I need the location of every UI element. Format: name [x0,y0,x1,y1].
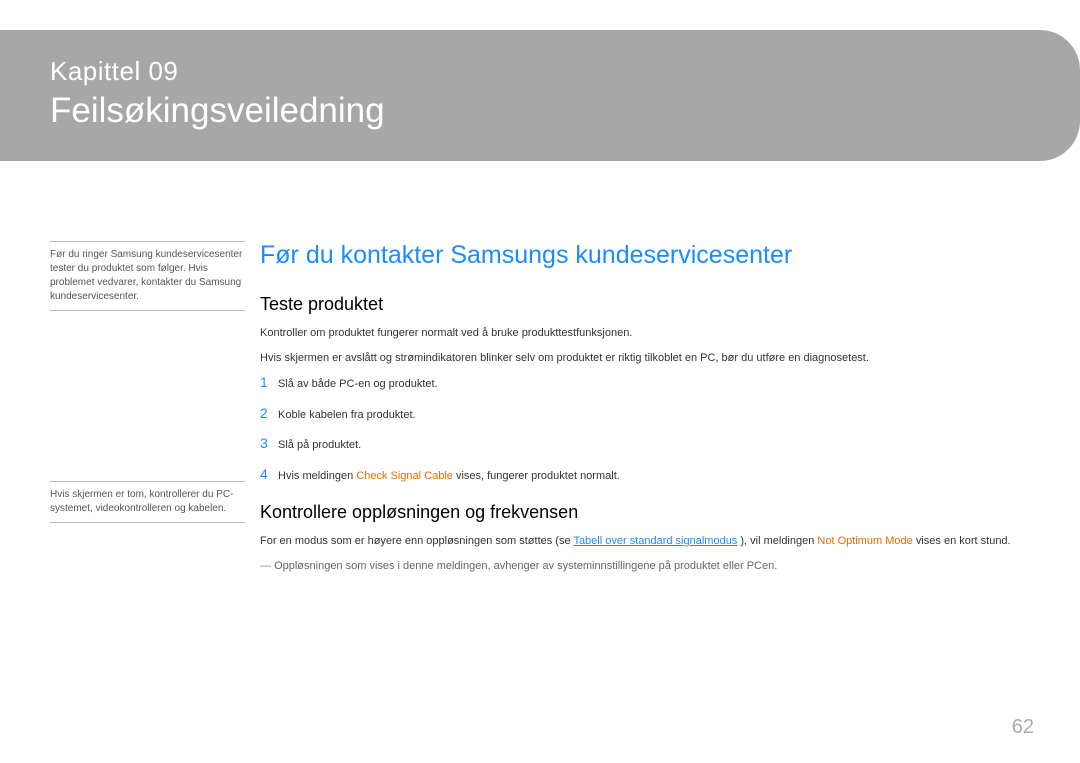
sidebar-note-2: Hvis skjermen er tom, kontrollerer du PC… [50,481,245,523]
content-area: Før du ringer Samsung kundeservicesenter… [50,241,1040,574]
signal-mode-table-link[interactable]: Tabell over standard signalmodus [573,535,737,547]
numbered-steps: 1 Slå av både PC-en og produktet. 2 Kobl… [260,374,1040,484]
step4-prefix: Hvis meldingen [278,470,356,482]
body-text: Kontroller om produktet fungerer normalt… [260,325,1040,342]
step-text: Hvis meldingen Check Signal Cable vises,… [278,468,620,485]
main-content: Før du kontakter Samsungs kundeservicese… [260,241,1040,574]
res-suffix: vises en kort stund. [913,535,1011,547]
body-text: For en modus som er høyere enn oppløsnin… [260,533,1040,550]
section-title: Før du kontakter Samsungs kundeservicese… [260,241,1040,270]
step-row: 1 Slå av både PC-en og produktet. [260,374,1040,393]
sidebar-note-1: Før du ringer Samsung kundeservicesenter… [50,241,245,311]
chapter-header: Kapittel 09 Feilsøkingsveiledning [0,30,1080,161]
step-row: 2 Koble kabelen fra produktet. [260,405,1040,424]
not-optimum-mode-label: Not Optimum Mode [817,535,912,547]
step-number: 2 [260,405,278,421]
subheading-test-product: Teste produktet [260,294,1040,315]
step4-suffix: vises, fungerer produktet normalt. [453,470,620,482]
res-prefix: For en modus som er høyere enn oppløsnin… [260,535,573,547]
step-text: Slå på produktet. [278,437,361,454]
step-row: 3 Slå på produktet. [260,435,1040,454]
chapter-number: Kapittel 09 [50,56,1040,87]
page-number: 62 [1012,716,1034,739]
body-text: Hvis skjermen er avslått og strømindikat… [260,350,1040,367]
step-row: 4 Hvis meldingen Check Signal Cable vise… [260,466,1040,485]
step-number: 3 [260,435,278,451]
footnote: Oppløsningen som vises i denne meldingen… [260,558,1040,575]
page: Kapittel 09 Feilsøkingsveiledning Før du… [0,0,1080,763]
check-signal-cable-label: Check Signal Cable [356,470,453,482]
step-number: 4 [260,466,278,482]
step-number: 1 [260,374,278,390]
chapter-title: Feilsøkingsveiledning [50,91,1040,131]
step-text: Koble kabelen fra produktet. [278,407,416,424]
res-mid: ), vil meldingen [737,535,817,547]
sidebar: Før du ringer Samsung kundeservicesenter… [50,241,245,523]
step-text: Slå av både PC-en og produktet. [278,376,438,393]
subheading-resolution: Kontrollere oppløsningen og frekvensen [260,502,1040,523]
